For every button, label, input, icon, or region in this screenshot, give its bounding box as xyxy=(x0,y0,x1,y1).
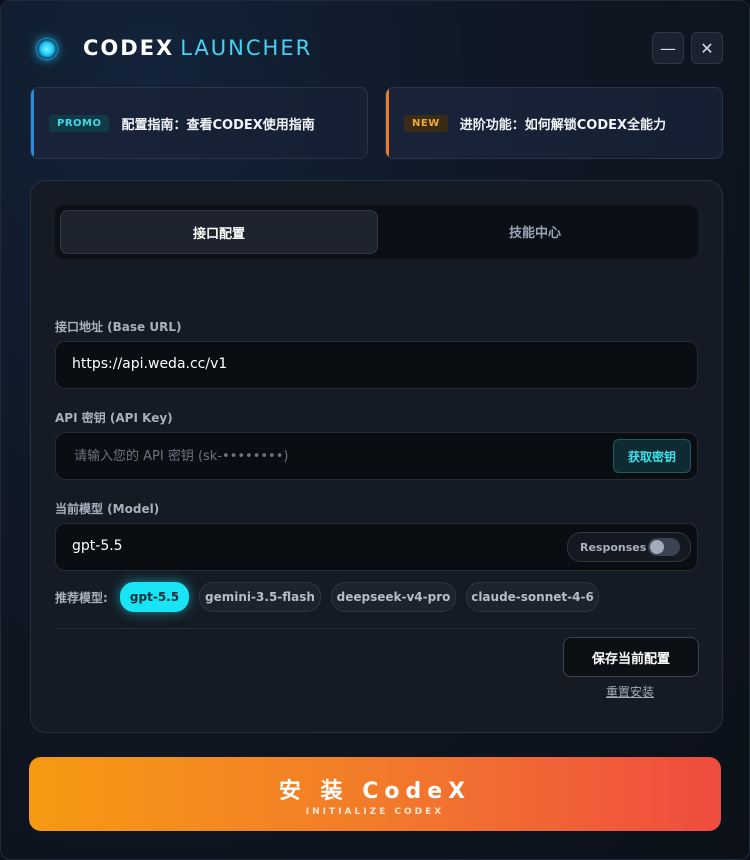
tab-bar: 接口配置 技能中心 xyxy=(55,205,698,259)
install-label: 安 装 CodeX xyxy=(278,779,472,804)
new-badge: NEW xyxy=(404,114,448,132)
model-chip-deepseek-v4-pro[interactable]: deepseek-v4-pro xyxy=(331,582,456,612)
responses-toggle[interactable]: Responses xyxy=(567,532,691,562)
model-label: 当前模型 (Model) xyxy=(55,502,160,516)
get-key-button[interactable]: 获取密钥 xyxy=(613,439,691,473)
switch-knob xyxy=(650,540,664,554)
reset-install-link[interactable]: 重置安装 xyxy=(606,683,654,700)
responses-switch[interactable] xyxy=(648,538,680,556)
base-url-value: https://api.weda.cc/v1 xyxy=(72,356,228,372)
api-key-input[interactable] xyxy=(72,445,596,467)
install-sublabel: INITIALIZE CODEX xyxy=(305,807,445,817)
banner-new-text: 进阶功能：如何解锁CODEX全能力 xyxy=(459,117,667,133)
logo-orb-icon xyxy=(37,39,57,59)
model-chip-gemini-3-5-flash[interactable]: gemini-3.5-flash xyxy=(199,582,321,612)
banner-accent-bar xyxy=(31,88,34,158)
app-title: CODEX LAUNCHER xyxy=(83,36,312,60)
banner-promo[interactable]: PROMO 配置指南：查看CODEX使用指南 xyxy=(30,87,368,159)
banner-accent-bar xyxy=(386,88,389,158)
model-chip-gpt-5-5[interactable]: gpt-5.5 xyxy=(120,582,189,612)
api-key-label: API 密钥 (API Key) xyxy=(55,411,173,425)
minimize-button[interactable]: — xyxy=(652,32,684,64)
model-chip-claude-sonnet-4-6[interactable]: claude-sonnet-4-6 xyxy=(466,582,599,612)
install-button[interactable]: 安 装 CodeX INITIALIZE CODEX xyxy=(29,757,721,831)
launcher-window: CODEX LAUNCHER — ✕ PROMO 配置指南：查看CODEX使用指南… xyxy=(0,0,750,860)
tab-api-config[interactable]: 接口配置 xyxy=(60,210,378,254)
model-field[interactable]: gpt-5.5 Responses xyxy=(55,523,698,571)
responses-toggle-label: Responses xyxy=(580,540,647,554)
divider xyxy=(55,628,698,629)
base-url-label: 接口地址 (Base URL) xyxy=(55,320,182,334)
close-icon: ✕ xyxy=(700,38,714,58)
recommended-label: 推荐模型: xyxy=(55,591,108,605)
banner-promo-text: 配置指南：查看CODEX使用指南 xyxy=(121,117,315,133)
app-title-light: LAUNCHER xyxy=(180,36,313,60)
app-title-bold: CODEX xyxy=(83,36,175,60)
model-value: gpt-5.5 xyxy=(72,538,123,554)
tab-skill-center[interactable]: 技能中心 xyxy=(377,210,693,252)
title-bar: CODEX LAUNCHER — ✕ xyxy=(1,1,749,87)
base-url-field[interactable]: https://api.weda.cc/v1 xyxy=(55,341,698,389)
promo-badge: PROMO xyxy=(49,114,110,132)
config-panel: 接口配置 技能中心 接口地址 (Base URL) https://api.we… xyxy=(30,180,723,733)
close-button[interactable]: ✕ xyxy=(691,32,723,64)
banner-new[interactable]: NEW 进阶功能：如何解锁CODEX全能力 xyxy=(385,87,723,159)
save-config-button[interactable]: 保存当前配置 xyxy=(563,637,699,677)
api-key-field: 获取密钥 xyxy=(55,432,698,480)
minimize-icon: — xyxy=(660,38,676,58)
